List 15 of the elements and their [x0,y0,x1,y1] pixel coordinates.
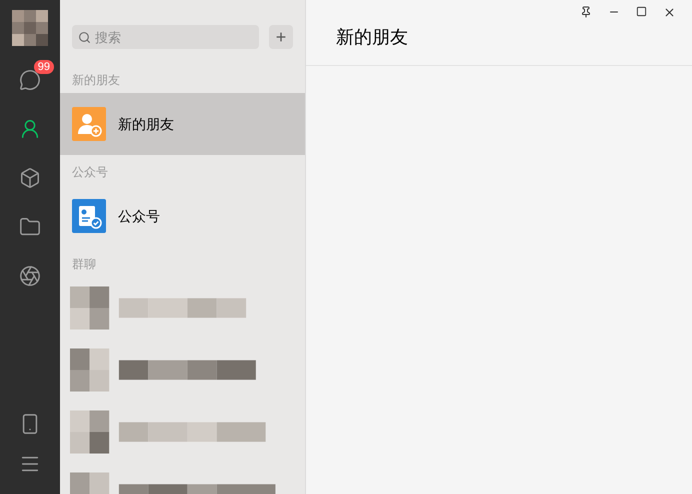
section-title: 公众号 [71,164,109,181]
pin-icon[interactable] [580,6,592,18]
close-icon[interactable] [663,6,676,19]
maximize-icon[interactable] [636,6,647,17]
search-icon [78,31,91,44]
page-title: 新的朋友 [306,19,692,66]
add-friend-icon [72,107,106,141]
add-button[interactable]: + [269,25,293,49]
unread-badge: 99 [34,60,54,74]
contact-item[interactable]: 新的朋友 [60,93,305,155]
official-account-icon [72,199,106,233]
section-title: 新的朋友 [71,72,121,89]
contact-item[interactable]: 公众号 [60,185,305,247]
section-title: 群聊 [71,256,97,273]
search-field[interactable]: 搜索 [72,25,259,49]
